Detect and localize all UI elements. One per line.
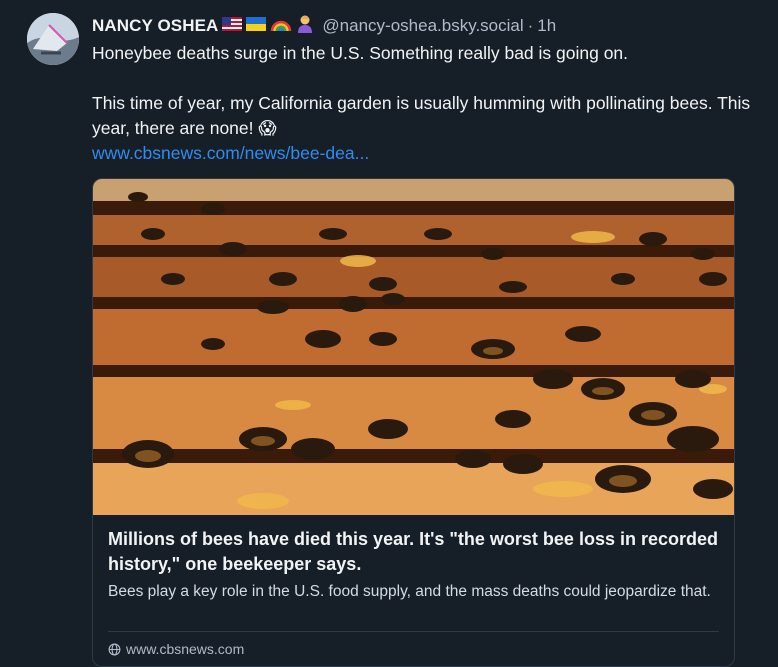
post: NANCY OSHEA @nancy-oshea.bsky.social · 1… — [0, 0, 778, 667]
avatar[interactable] — [27, 13, 79, 65]
globe-icon — [108, 643, 121, 656]
rainbow-icon — [270, 15, 292, 38]
post-text-line: Honeybee deaths surge in the U.S. Someth… — [92, 43, 629, 63]
post-text: Honeybee deaths surge in the U.S. Someth… — [92, 41, 752, 166]
post-link[interactable]: www.cbsnews.com/news/bee-dea... — [92, 143, 369, 163]
separator-dot: · — [527, 16, 534, 35]
person-emoji-icon — [296, 14, 314, 39]
link-card[interactable]: Millions of bees have died this year. It… — [92, 178, 735, 667]
card-title[interactable]: Millions of bees have died this year. It… — [108, 527, 720, 577]
card-domain: www.cbsnews.com — [108, 639, 244, 659]
author-name[interactable]: NANCY OSHEA — [92, 16, 218, 36]
card-description: Bees play a key role in the U.S. food su… — [108, 583, 711, 600]
card-domain-text: www.cbsnews.com — [126, 641, 245, 657]
flag-ukraine-icon — [246, 16, 267, 36]
post-text-paragraph: This time of year, my California garden … — [92, 93, 751, 138]
post-time[interactable]: 1h — [537, 16, 556, 36]
flag-us-icon — [222, 16, 243, 36]
card-image — [93, 179, 734, 515]
post-header: NANCY OSHEA @nancy-oshea.bsky.social · 1… — [92, 14, 768, 38]
card-divider — [108, 631, 719, 632]
author-handle[interactable]: @nancy-oshea.bsky.social — [322, 16, 523, 36]
